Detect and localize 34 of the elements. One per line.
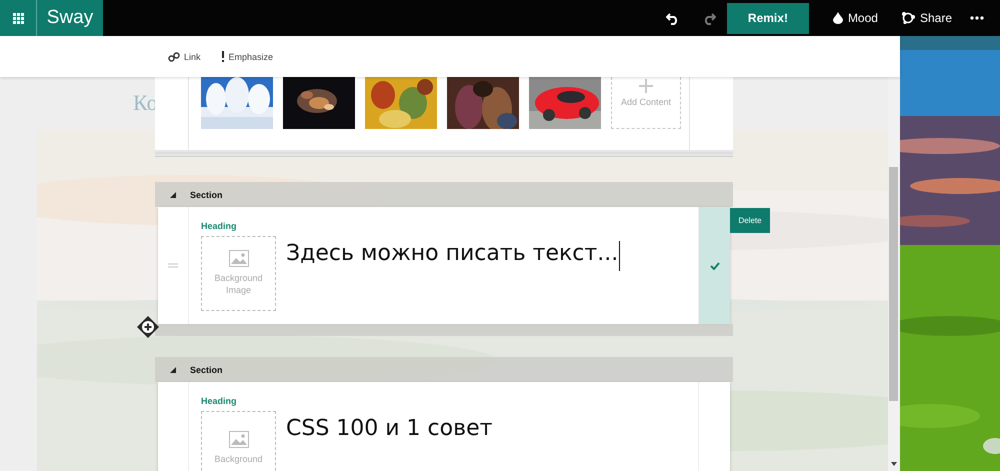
drop-icon (832, 12, 843, 24)
share-button[interactable]: Share (902, 11, 952, 25)
image-icon (228, 431, 248, 448)
add-icon[interactable] (137, 316, 159, 338)
heading-label: Heading (201, 396, 238, 406)
section-header[interactable]: Section (155, 182, 733, 207)
drag-handle-icon[interactable] (168, 263, 178, 268)
section-card[interactable]: Heading Background CSS 100 и 1 совет (158, 382, 730, 471)
section-header[interactable]: Section (155, 357, 733, 382)
plus-icon (639, 79, 653, 93)
delete-button[interactable]: Delete (730, 208, 770, 233)
link-icon (168, 52, 180, 62)
image-icon (228, 250, 248, 268)
remix-button[interactable]: Remix! (726, 2, 809, 34)
link-button[interactable]: Link (168, 52, 201, 62)
mood-button[interactable]: Mood (832, 11, 878, 25)
grid-icon (12, 12, 24, 24)
scrollbar[interactable] (888, 77, 900, 471)
scroll-down-icon[interactable] (891, 462, 897, 466)
share-icon (902, 12, 915, 24)
heading-text-field[interactable]: CSS 100 и 1 совет (286, 411, 492, 441)
section-card[interactable]: Heading Background Image Здесь можно писать текст... (158, 207, 730, 324)
collapse-icon[interactable] (170, 366, 176, 372)
app-launcher-button[interactable] (0, 0, 37, 36)
app-name[interactable]: Sway (37, 0, 103, 36)
section-title: Section (190, 190, 223, 200)
heading-label: Heading (201, 221, 238, 231)
more-icon[interactable] (970, 16, 984, 20)
heading-text-field[interactable]: Здесь можно писать текст... (286, 236, 620, 271)
emphasize-button[interactable]: Emphasize (220, 51, 274, 62)
exclamation-icon (220, 51, 225, 62)
section-title: Section (190, 364, 223, 374)
check-icon[interactable] (710, 262, 720, 270)
undo-icon (666, 11, 680, 25)
